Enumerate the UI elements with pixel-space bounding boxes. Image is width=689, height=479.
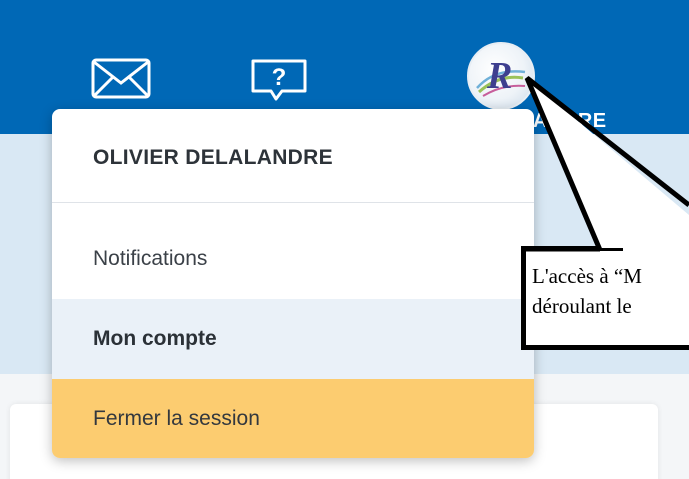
envelope-icon[interactable] <box>91 57 151 99</box>
help-question-icon[interactable]: ? <box>249 58 309 102</box>
menu-item-label: Fermer la session <box>93 407 260 430</box>
user-avatar[interactable]: R <box>467 42 535 110</box>
menu-item-mon-compte[interactable]: Mon compte <box>52 299 534 379</box>
annotation-line-2: déroulant le <box>532 294 632 318</box>
avatar-letter: R <box>486 55 512 97</box>
help-glyph: ? <box>272 64 287 91</box>
annotation-line-1: L'accès à “M <box>532 264 642 288</box>
dropdown-header: OLIVIER DELALANDRE <box>52 109 534 203</box>
menu-item-label: Notifications <box>93 247 208 270</box>
menu-item-fermer-la-session[interactable]: Fermer la session <box>52 379 534 458</box>
header-username[interactable]: ANDRE <box>533 110 607 133</box>
page: ? R ANDRE OLIVIER DELALANDRE Notificatio… <box>0 0 689 479</box>
dropdown-user-name: OLIVIER DELALANDRE <box>93 146 333 169</box>
user-dropdown-menu: OLIVIER DELALANDRE Notifications Mon com… <box>52 109 534 458</box>
annotation-callout: L'accès à “M déroulant le <box>521 246 689 350</box>
menu-item-label: Mon compte <box>93 327 217 350</box>
menu-item-notifications[interactable]: Notifications <box>52 219 534 299</box>
